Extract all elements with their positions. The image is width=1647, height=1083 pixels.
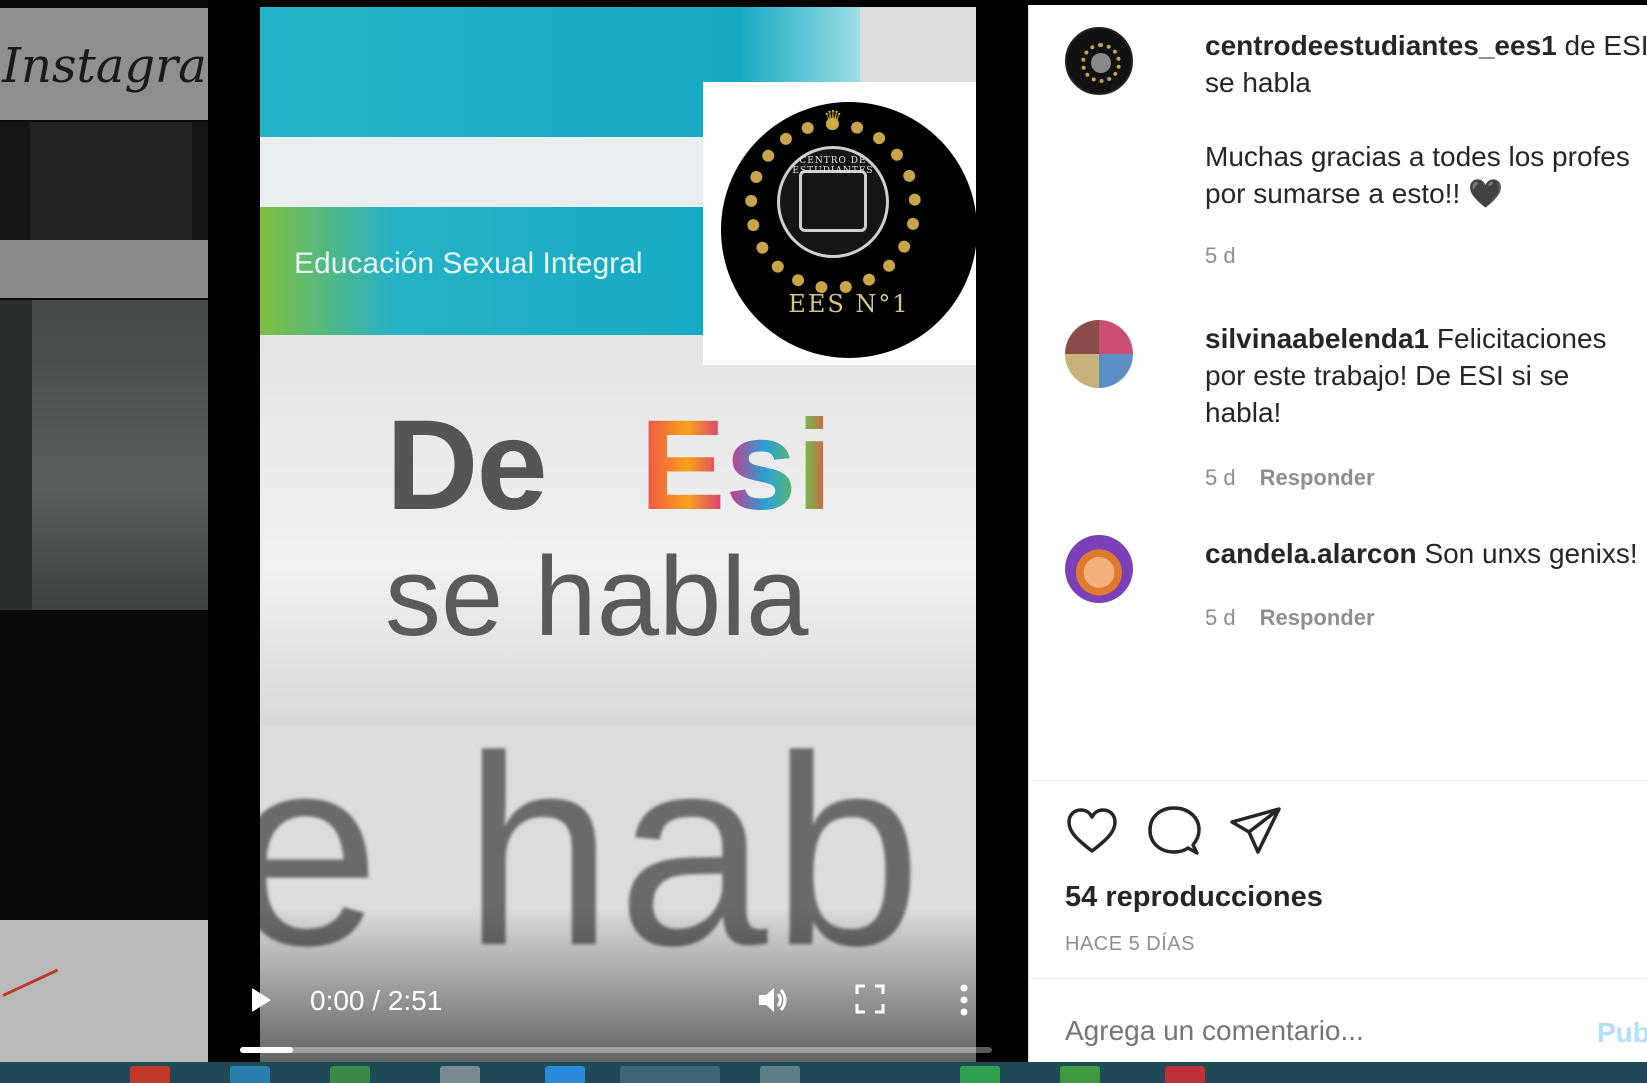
comment-icon[interactable] bbox=[1147, 805, 1201, 859]
taskbar-app-icon[interactable] bbox=[330, 1066, 370, 1083]
background-bar bbox=[0, 240, 208, 298]
comment-body: silvinaabelenda1 Felicitaciones por este… bbox=[1205, 320, 1615, 431]
post-date[interactable]: HACE 5 DÍAS bbox=[1065, 933, 1195, 956]
background-room-image bbox=[0, 300, 208, 610]
taskbar-app-icon[interactable] bbox=[545, 1066, 585, 1083]
divider bbox=[1029, 978, 1647, 979]
fullscreen-icon[interactable] bbox=[855, 984, 885, 1014]
comment-meta: 5 d bbox=[1205, 243, 1236, 269]
taskbar-app-icon[interactable] bbox=[760, 1066, 800, 1083]
video-seek-bar[interactable] bbox=[240, 1047, 992, 1053]
taskbar-app-icon[interactable] bbox=[230, 1066, 270, 1083]
background-strip: Instagram bbox=[0, 0, 208, 1062]
video-title-de: De bbox=[386, 394, 548, 537]
background-instagram-banner: Instagram bbox=[0, 8, 208, 120]
background-instagram-logo: Instagram bbox=[2, 38, 208, 94]
comment-age[interactable]: 5 d bbox=[1205, 243, 1236, 268]
logo-arc-text: CENTRO DE ESTUDIANTES bbox=[792, 156, 874, 176]
view-count[interactable]: 54 reproducciones bbox=[1065, 881, 1323, 914]
taskbar-app-icon[interactable] bbox=[1060, 1066, 1100, 1083]
play-icon[interactable] bbox=[250, 987, 272, 1013]
taskbar-app-active[interactable] bbox=[620, 1066, 720, 1083]
comment-meta: 5 d Responder bbox=[1205, 465, 1375, 491]
comment-username[interactable]: centrodeestudiantes_ees1 bbox=[1205, 30, 1557, 61]
reply-button[interactable]: Responder bbox=[1260, 465, 1375, 490]
caption-text: Muchas gracias a todes los profes por su… bbox=[1205, 141, 1630, 209]
heart-icon[interactable] bbox=[1065, 805, 1119, 859]
post-panel: centrodeestudiantes_ees1 de ESI se habla… bbox=[1028, 5, 1647, 1062]
post-actions bbox=[1065, 805, 1365, 865]
avatar[interactable] bbox=[1065, 320, 1133, 388]
video-title-area bbox=[260, 335, 976, 725]
video-progress-fill bbox=[240, 1047, 293, 1053]
comment-username[interactable]: silvinaabelenda1 bbox=[1205, 323, 1429, 354]
taskbar-app-icon[interactable] bbox=[1165, 1066, 1205, 1083]
avatar[interactable] bbox=[1065, 27, 1133, 95]
video-esi-band: Educación Sexual Integral bbox=[260, 207, 705, 335]
video-controls: 0:00 / 2:51 bbox=[240, 965, 996, 1055]
avatar[interactable] bbox=[1065, 535, 1133, 603]
publish-button[interactable]: Publicar bbox=[1597, 1017, 1647, 1049]
video-title-sehabla: se habla bbox=[385, 534, 809, 659]
logo-caption: EES N°1 bbox=[788, 290, 910, 318]
taskbar bbox=[0, 1062, 1647, 1083]
crown-icon: ♛ bbox=[823, 106, 843, 131]
taskbar-app-icon[interactable] bbox=[440, 1066, 480, 1083]
video-time: 0:00 / 2:51 bbox=[310, 985, 443, 1016]
background-panel bbox=[0, 122, 208, 240]
comment-meta: 5 d Responder bbox=[1205, 605, 1375, 631]
comment-age[interactable]: 5 d bbox=[1205, 465, 1236, 490]
taskbar-app-icon[interactable] bbox=[960, 1066, 1000, 1083]
video-area: Instagram Educación Sexual Integral De E… bbox=[0, 0, 1028, 1062]
caption-body: centrodeestudiantes_ees1 de ESI se habla… bbox=[1205, 27, 1647, 212]
comment-age[interactable]: 5 d bbox=[1205, 605, 1236, 630]
video-band-text: Educación Sexual Integral bbox=[294, 247, 643, 280]
video-title-esi: Esi bbox=[640, 394, 833, 537]
divider bbox=[1029, 780, 1647, 781]
comment-text: Son unxs genixs! bbox=[1424, 538, 1638, 569]
taskbar-app-icon[interactable] bbox=[130, 1066, 170, 1083]
volume-icon[interactable] bbox=[755, 982, 791, 1018]
reply-button[interactable]: Responder bbox=[1260, 605, 1375, 630]
share-icon[interactable] bbox=[1229, 805, 1283, 859]
comment-username[interactable]: candela.alarcon bbox=[1205, 538, 1417, 569]
more-options-icon[interactable] bbox=[958, 982, 970, 1018]
add-comment-input[interactable] bbox=[1065, 1015, 1585, 1047]
comment-body: candela.alarcon Son unxs genixs! bbox=[1205, 535, 1647, 572]
background-paper bbox=[0, 920, 208, 1062]
school-logo-badge: CENTRO DE ESTUDIANTES ♛ EES N°1 bbox=[703, 82, 977, 365]
